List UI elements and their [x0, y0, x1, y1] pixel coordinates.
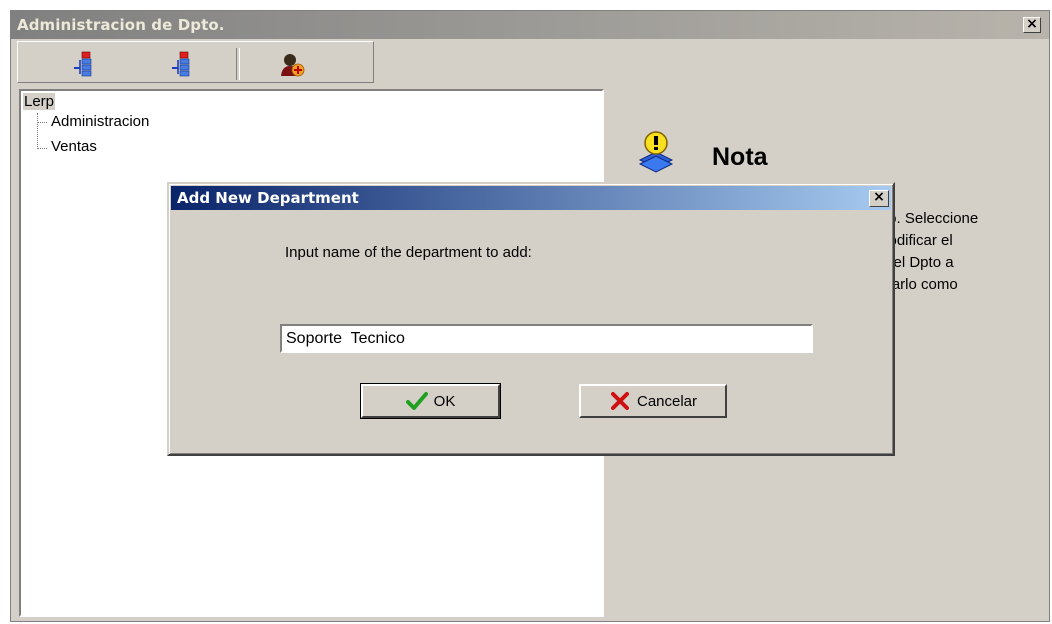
toolbar-group: [17, 41, 374, 83]
tree-add-icon: [74, 51, 92, 77]
tree-connector: [37, 122, 47, 123]
ok-button[interactable]: OK: [360, 383, 501, 419]
tree-connector: [37, 148, 47, 149]
assign-user-button[interactable]: [276, 50, 308, 80]
add-subdepartment-button[interactable]: [166, 50, 198, 80]
tree-root-node[interactable]: Lerp: [23, 93, 56, 110]
toolbar-separator: [236, 48, 240, 80]
department-name-input[interactable]: [280, 324, 813, 353]
toolbar: [11, 39, 1049, 87]
ok-button-label: OK: [433, 392, 456, 410]
dialog-close-button[interactable]: ×: [869, 190, 889, 207]
nota-text-line: to. Seleccione: [884, 210, 979, 227]
checkmark-icon: [405, 392, 428, 410]
window-title: Administracion de Dpto.: [17, 16, 225, 34]
warning-stack-icon: [638, 131, 674, 173]
cancel-button[interactable]: Cancelar: [579, 384, 727, 418]
tree-node-ventas[interactable]: Ventas: [51, 138, 97, 155]
cancel-button-label: Cancelar: [636, 392, 698, 410]
dialog-titlebar[interactable]: Add New Department ×: [171, 186, 891, 210]
tree-add-icon: [172, 51, 190, 77]
add-department-button[interactable]: [68, 50, 100, 80]
user-add-icon: [281, 54, 305, 77]
nota-title: Nota: [712, 143, 768, 171]
tree-node-administracion[interactable]: Administracion: [51, 113, 149, 130]
dialog-title: Add New Department: [177, 189, 359, 207]
main-titlebar[interactable]: Administracion de Dpto. ×: [11, 11, 1049, 39]
add-department-dialog: Add New Department × Input name of the d…: [167, 182, 895, 456]
dialog-prompt: Input name of the department to add:: [285, 244, 532, 261]
tree-connector: [37, 113, 38, 149]
window-close-button[interactable]: ×: [1023, 17, 1041, 33]
x-mark-icon: [610, 392, 629, 410]
